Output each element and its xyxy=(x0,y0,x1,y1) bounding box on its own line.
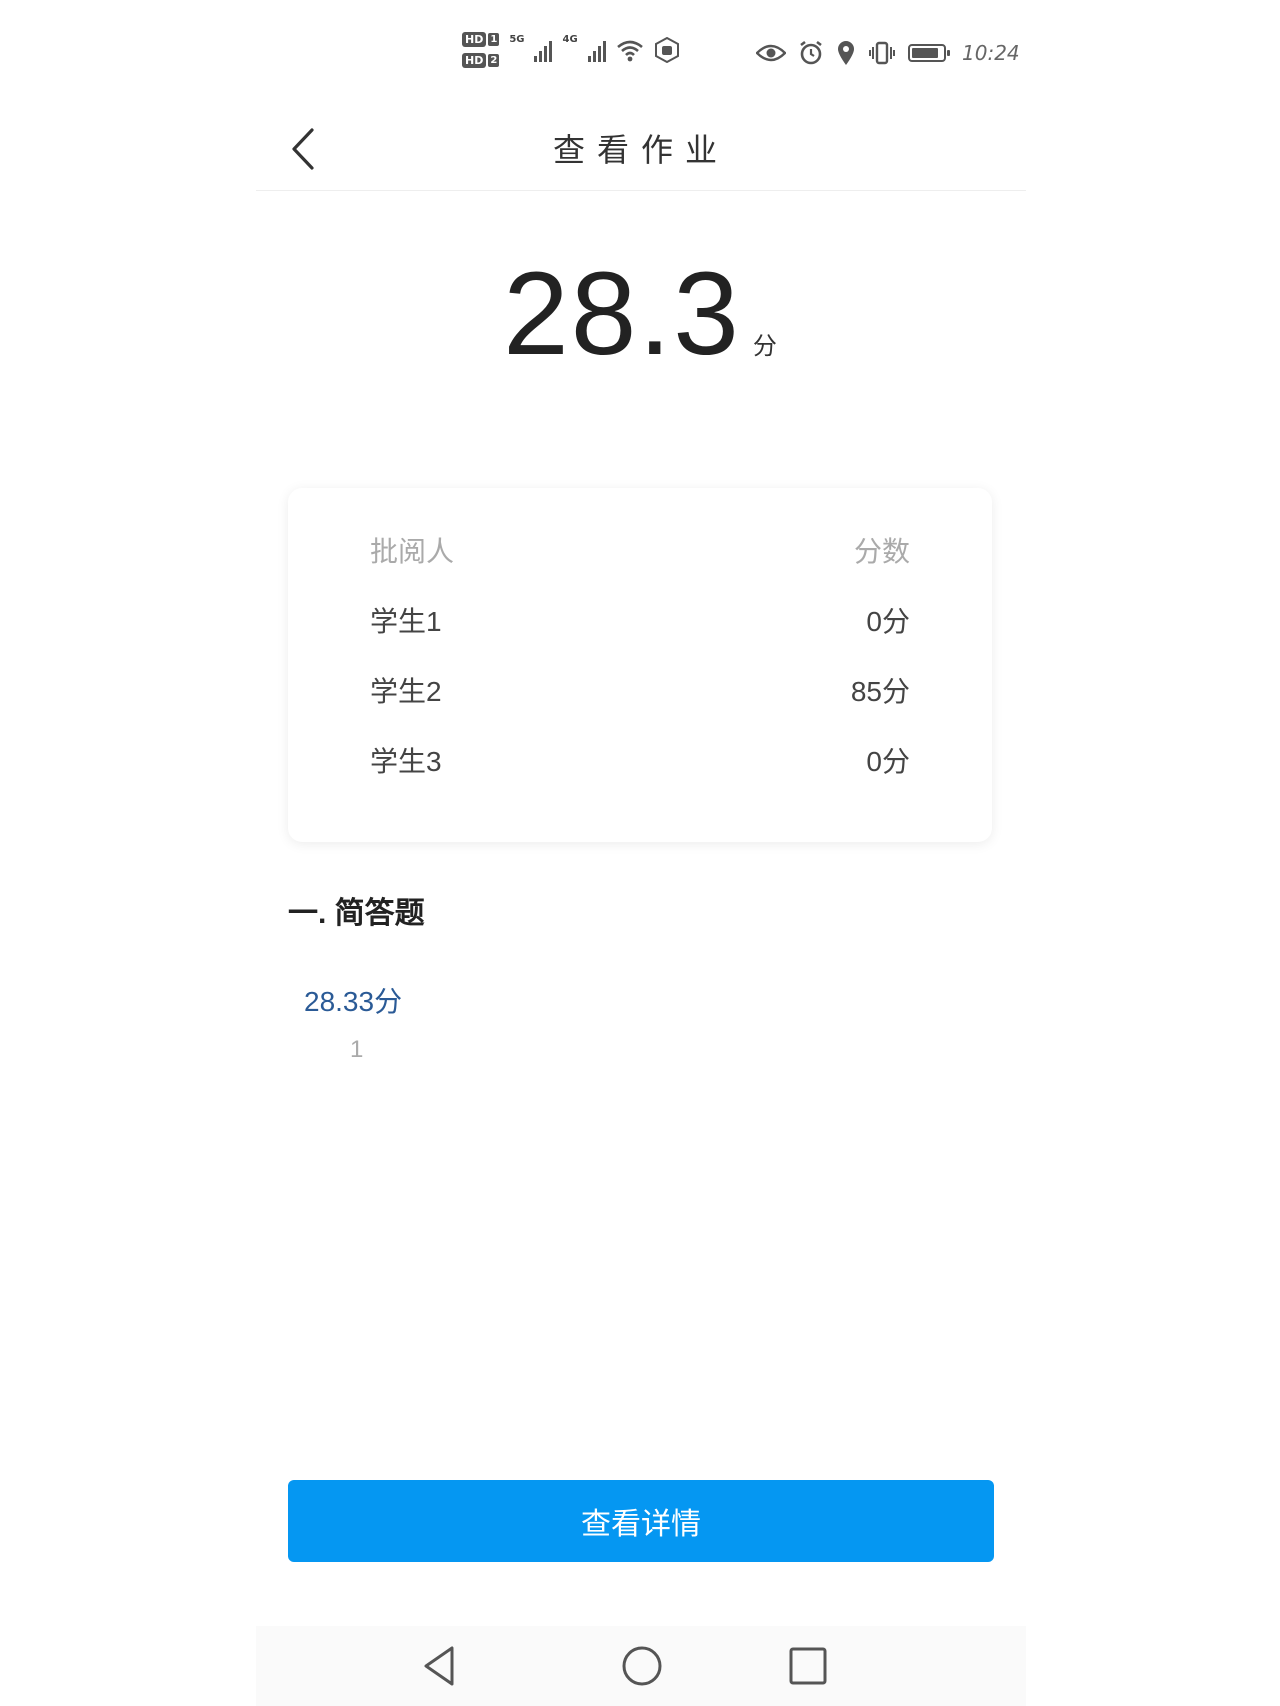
score-value: 28.3 xyxy=(503,248,741,380)
grader-score: 85分 xyxy=(850,676,910,707)
sim-indicators: HD 1 HD 2 xyxy=(462,32,500,68)
grader-card: 批阅人 分数 学生1 0分 学生2 85分 学生3 0分 xyxy=(288,488,992,842)
sim1-hd-label: HD xyxy=(462,32,487,47)
eye-icon xyxy=(756,44,786,62)
question-number[interactable]: 1 xyxy=(350,1036,363,1064)
section-title: 一. 简答题 xyxy=(288,897,425,930)
table-row: 学生1 0分 xyxy=(370,600,910,640)
grader-name: 学生1 xyxy=(370,606,442,637)
status-right: 10:24 xyxy=(756,40,1020,66)
sim1-number: 1 xyxy=(488,33,500,46)
table-row: 学生3 0分 xyxy=(370,740,910,780)
sim2-badge: HD 2 xyxy=(462,53,500,68)
alarm-icon xyxy=(800,40,822,65)
location-icon xyxy=(838,41,854,65)
signal2-icon xyxy=(587,38,606,62)
column-header-grader: 批阅人 xyxy=(370,536,455,567)
grader-name: 学生3 xyxy=(370,746,442,777)
total-score: 28.3 分 xyxy=(0,255,1280,385)
page-title: 查看作业 xyxy=(552,131,729,169)
nav-recents-button[interactable] xyxy=(782,1640,834,1692)
system-nav-bar xyxy=(256,1626,1026,1706)
back-button[interactable] xyxy=(284,124,328,174)
sim2-number: 2 xyxy=(488,54,500,67)
grader-score: 0分 xyxy=(866,746,910,777)
vibrate-icon xyxy=(869,41,895,65)
view-details-button[interactable]: 查看详情 xyxy=(288,1480,994,1562)
battery-icon xyxy=(908,44,950,62)
square-recents-icon xyxy=(789,1647,827,1685)
column-header-score: 分数 xyxy=(853,536,910,567)
sim2-hd-label: HD xyxy=(462,53,487,68)
app-header: 查看作业 xyxy=(256,110,1026,191)
status-bar: HD 1 HD 2 5G 4G 10:24 xyxy=(0,0,1280,110)
grader-name: 学生2 xyxy=(370,676,442,707)
nav-home-button[interactable] xyxy=(616,1640,668,1692)
table-row: 学生2 85分 xyxy=(370,670,910,710)
network2-label: 4G xyxy=(562,34,578,45)
nav-back-button[interactable] xyxy=(416,1640,468,1692)
signal1-icon xyxy=(534,38,553,62)
wifi-icon xyxy=(616,40,643,62)
triangle-back-icon xyxy=(424,1646,454,1686)
question-score[interactable]: 28.33分 xyxy=(304,980,402,1020)
grader-table-header: 批阅人 分数 xyxy=(370,530,910,570)
status-left: HD 1 HD 2 5G 4G xyxy=(462,32,680,68)
hand-icon xyxy=(654,37,679,63)
score-display: 28.3 分 xyxy=(503,255,777,373)
screen: HD 1 HD 2 5G 4G 10:24 查看作业 28.3 分 批阅人 分数… xyxy=(0,0,1280,1706)
circle-home-icon xyxy=(622,1646,662,1686)
score-unit: 分 xyxy=(752,332,777,360)
network1-label: 5G xyxy=(509,34,525,45)
clock-text: 10:24 xyxy=(962,41,1020,65)
chevron-left-icon xyxy=(292,128,314,170)
grader-score: 0分 xyxy=(866,606,910,637)
sim1-badge: HD 1 xyxy=(462,32,500,47)
